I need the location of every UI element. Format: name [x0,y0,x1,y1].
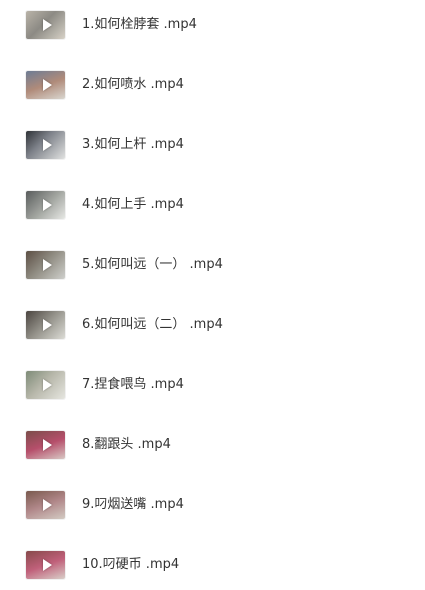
file-item-8[interactable]: 8.翻跟头 .mp4 [0,425,425,465]
video-file-list: 1.如何栓脖套 .mp4 2.如何喷水 .mp4 3.如何上杆 .mp4 4.如… [0,0,425,590]
play-icon [42,199,52,211]
file-item-10[interactable]: 10.叼硬币 .mp4 [0,545,425,585]
video-thumbnail[interactable] [26,11,65,39]
file-name[interactable]: 2.如何喷水 .mp4 [82,76,184,93]
video-thumbnail[interactable] [26,251,65,279]
play-icon [42,379,52,391]
video-thumbnail[interactable] [26,311,65,339]
file-name[interactable]: 5.如何叫远（一） .mp4 [82,256,223,273]
file-name[interactable]: 6.如何叫远（二） .mp4 [82,316,223,333]
play-icon [42,19,52,31]
video-thumbnail[interactable] [26,191,65,219]
file-name[interactable]: 7.捏食喂鸟 .mp4 [82,376,184,393]
play-icon [42,319,52,331]
play-icon [42,499,52,511]
video-thumbnail[interactable] [26,491,65,519]
video-thumbnail[interactable] [26,371,65,399]
file-item-5[interactable]: 5.如何叫远（一） .mp4 [0,245,425,285]
video-thumbnail[interactable] [26,71,65,99]
file-item-6[interactable]: 6.如何叫远（二） .mp4 [0,305,425,345]
file-name[interactable]: 1.如何栓脖套 .mp4 [82,16,197,33]
video-thumbnail[interactable] [26,131,65,159]
file-item-1[interactable]: 1.如何栓脖套 .mp4 [0,5,425,45]
video-thumbnail[interactable] [26,551,65,579]
file-name[interactable]: 8.翻跟头 .mp4 [82,436,171,453]
play-icon [42,259,52,271]
file-item-9[interactable]: 9.叼烟送嘴 .mp4 [0,485,425,525]
file-name[interactable]: 4.如何上手 .mp4 [82,196,184,213]
play-icon [42,559,52,571]
file-item-7[interactable]: 7.捏食喂鸟 .mp4 [0,365,425,405]
file-name[interactable]: 10.叼硬币 .mp4 [82,556,179,573]
play-icon [42,439,52,451]
file-item-4[interactable]: 4.如何上手 .mp4 [0,185,425,225]
file-item-3[interactable]: 3.如何上杆 .mp4 [0,125,425,165]
play-icon [42,139,52,151]
file-name[interactable]: 9.叼烟送嘴 .mp4 [82,496,184,513]
file-name[interactable]: 3.如何上杆 .mp4 [82,136,184,153]
file-item-2[interactable]: 2.如何喷水 .mp4 [0,65,425,105]
video-thumbnail[interactable] [26,431,65,459]
play-icon [42,79,52,91]
